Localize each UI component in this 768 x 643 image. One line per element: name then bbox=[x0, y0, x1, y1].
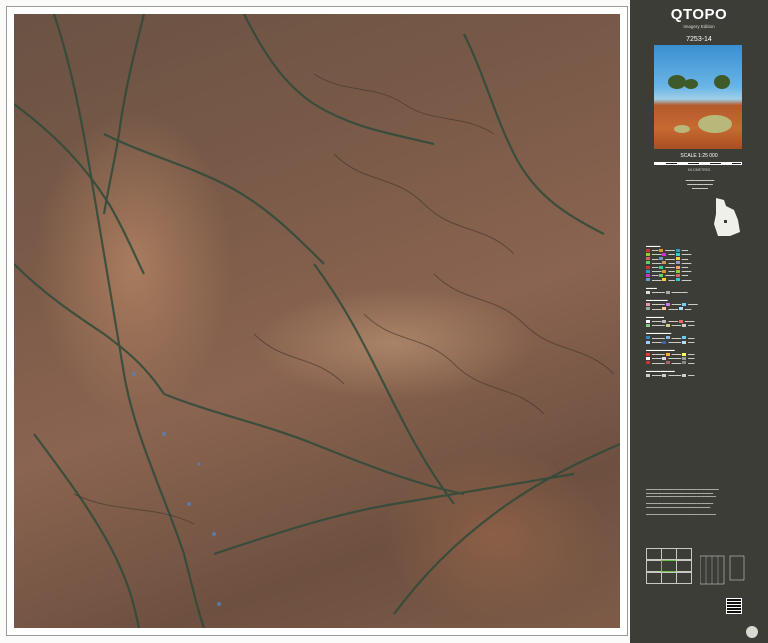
km-label: KILOMETRES bbox=[687, 168, 711, 172]
footnotes: ▬▬▬▬▬▬▬▬▬▬▬▬▬▬▬▬▬▬▬▬▬▬▬▬▬▬ ▬▬▬▬▬▬▬▬▬▬▬▬▬▬… bbox=[646, 487, 719, 517]
qr-code-icon[interactable] bbox=[726, 598, 742, 614]
satellite-imagery[interactable] bbox=[14, 14, 620, 628]
datum-notes: ▬▬▬▬▬▬▬▬▬ ▬▬▬▬▬▬▬▬ ▬▬▬▬▬ bbox=[685, 178, 715, 190]
edition-label: Imagery Edition bbox=[683, 24, 715, 29]
adjoining-sheets-diagram bbox=[646, 548, 692, 586]
scale-label: SCALE 1:25 000 bbox=[680, 153, 718, 159]
drainage-lines bbox=[14, 14, 620, 628]
map-sheet: QTOPO Imagery Edition 7253-14 SCALE 1:25… bbox=[0, 0, 768, 643]
scale-bar bbox=[654, 162, 742, 165]
qtopo-logo: QTOPO bbox=[670, 6, 728, 23]
info-panel: QTOPO Imagery Edition 7253-14 SCALE 1:25… bbox=[630, 0, 768, 643]
fold-diagram bbox=[700, 555, 745, 585]
queensland-outline-icon bbox=[714, 198, 740, 236]
legend: ▬▬▬▬ ▬▬ ▬▬▬ ▬▬ ▬▬▬ ▬▬ ▬▬▬ ▬▬ ▬▬▬ ▬▬ ▬▬▬ … bbox=[646, 244, 698, 378]
cover-photo bbox=[654, 45, 742, 149]
government-crest-icon bbox=[746, 626, 758, 638]
sheet-number: 7253-14 bbox=[686, 36, 712, 43]
